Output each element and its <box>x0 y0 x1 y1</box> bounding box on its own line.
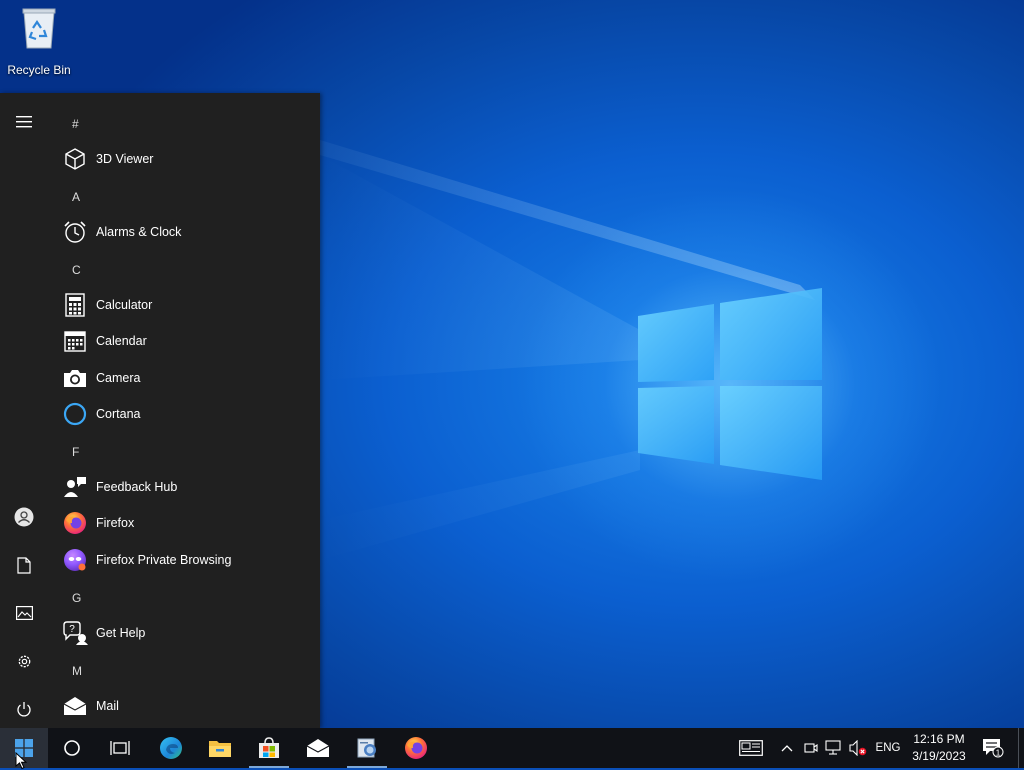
app-get-help[interactable]: ? Get Help <box>62 617 312 649</box>
app-feedback-hub[interactable]: Feedback Hub <box>62 471 312 503</box>
group-header-m[interactable]: M <box>72 664 82 678</box>
recycle-bin-label: Recycle Bin <box>7 63 71 77</box>
taskbar-app-button[interactable] <box>343 728 391 768</box>
app-calendar[interactable]: Calendar <box>62 325 312 357</box>
notifications-icon: 1 <box>983 739 1004 758</box>
edge-icon <box>160 737 182 759</box>
taskbar-edge-button[interactable] <box>147 728 195 768</box>
task-view-button[interactable] <box>96 728 144 768</box>
feedback-hub-icon <box>64 477 86 497</box>
cube-icon <box>65 148 85 170</box>
app-name: Firefox Private Browsing <box>96 553 232 567</box>
mail-icon <box>306 739 330 757</box>
meet-now-button[interactable] <box>802 728 820 768</box>
show-hidden-icons-button[interactable] <box>778 728 796 768</box>
volume-muted-icon <box>849 740 867 756</box>
cortana-ring-icon <box>63 402 87 426</box>
mail-icon <box>63 697 87 715</box>
app-3d-viewer[interactable]: 3D Viewer <box>62 143 312 175</box>
power-icon <box>17 701 31 716</box>
group-header-c[interactable]: C <box>72 263 81 277</box>
network-icon <box>825 740 841 755</box>
user-account-button[interactable] <box>8 501 40 533</box>
volume-button[interactable] <box>848 728 868 768</box>
pictures-icon <box>15 606 33 620</box>
task-view-icon <box>110 741 130 755</box>
app-icon <box>357 738 376 758</box>
app-calculator[interactable]: Calculator <box>62 289 312 321</box>
svg-text:?: ? <box>69 624 75 635</box>
calculator-icon <box>65 293 85 317</box>
taskbar: ENG 12:16 PM 3/19/2023 1 <box>0 728 1024 768</box>
taskbar-store-button[interactable] <box>245 728 293 768</box>
settings-gear-icon <box>18 655 30 667</box>
input-language-button[interactable]: ENG <box>872 728 904 768</box>
power-button[interactable] <box>8 693 40 725</box>
cortana-search-icon <box>64 740 80 756</box>
pictures-button[interactable] <box>8 597 40 629</box>
user-account-icon <box>14 507 34 527</box>
app-alarms-clock[interactable]: Alarms & Clock <box>62 216 312 248</box>
action-center-button[interactable]: 1 <box>978 728 1008 768</box>
clock-button[interactable]: 12:16 PM 3/19/2023 <box>904 731 974 765</box>
start-menu: # 3D Viewer A Alarms & Clock C Calculato… <box>0 93 320 728</box>
clock-date: 3/19/2023 <box>912 749 966 763</box>
app-name: Alarms & Clock <box>96 225 182 239</box>
group-header-a[interactable]: A <box>72 190 80 204</box>
desktop-icon-recycle-bin[interactable]: Recycle Bin <box>4 6 74 78</box>
firefox-private-icon <box>64 549 86 571</box>
app-name: Calculator <box>96 298 153 312</box>
news-widget-button[interactable] <box>736 728 766 768</box>
documents-button[interactable] <box>8 549 40 581</box>
start-app-list: # 3D Viewer A Alarms & Clock C Calculato… <box>56 93 320 728</box>
clock-time: 12:16 PM <box>913 732 965 746</box>
app-camera[interactable]: Camera <box>62 362 312 394</box>
store-icon <box>259 737 279 758</box>
taskbar-file-explorer-button[interactable] <box>196 728 244 768</box>
app-name: Firefox <box>96 516 135 530</box>
group-header-g[interactable]: G <box>72 591 81 605</box>
settings-button[interactable] <box>8 645 40 677</box>
taskbar-mail-button[interactable] <box>294 728 342 768</box>
mouse-pointer-icon <box>15 752 28 770</box>
camera-icon <box>64 370 86 387</box>
recycle-bin-icon <box>22 8 56 49</box>
documents-icon <box>17 556 31 574</box>
file-explorer-icon <box>209 741 231 757</box>
webcam-icon <box>804 743 818 753</box>
get-help-icon: ? <box>63 621 88 645</box>
input-language-label: ENG <box>875 742 901 754</box>
app-name: Get Help <box>96 626 146 640</box>
taskbar-firefox-button[interactable] <box>392 728 440 768</box>
app-firefox-private[interactable]: Firefox Private Browsing <box>62 544 312 576</box>
show-desktop-button[interactable] <box>1018 728 1024 768</box>
calendar-icon <box>64 331 86 352</box>
firefox-icon <box>405 737 427 759</box>
app-name: Mail <box>96 699 119 713</box>
chevron-up-icon <box>781 745 793 752</box>
app-mail[interactable]: Mail <box>62 690 312 722</box>
app-firefox[interactable]: Firefox <box>62 507 312 539</box>
app-name: Calendar <box>96 334 147 348</box>
hamburger-menu-icon <box>16 116 32 128</box>
app-name: 3D Viewer <box>96 152 154 166</box>
app-cortana[interactable]: Cortana <box>62 398 312 430</box>
group-header-f[interactable]: F <box>72 445 79 459</box>
app-name: Cortana <box>96 407 141 421</box>
app-name: Feedback Hub <box>96 480 178 494</box>
expand-menu-button[interactable] <box>8 106 40 138</box>
news-icon <box>739 740 763 756</box>
cortana-search-button[interactable] <box>48 728 96 768</box>
firefox-icon <box>64 512 86 534</box>
alarm-clock-icon <box>64 221 86 243</box>
notification-count: 1 <box>996 747 1001 757</box>
network-button[interactable] <box>824 728 844 768</box>
windows-logo <box>638 288 822 480</box>
group-header-hash[interactable]: # <box>72 117 79 131</box>
start-menu-rail <box>0 93 48 728</box>
app-name: Camera <box>96 371 141 385</box>
